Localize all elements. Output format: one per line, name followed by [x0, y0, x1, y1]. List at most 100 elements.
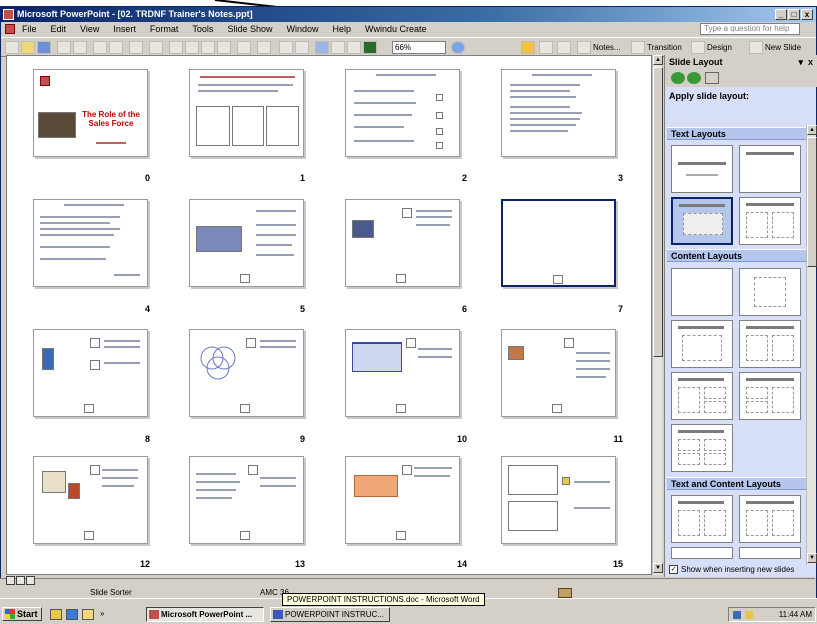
browser-quicklaunch-icon[interactable]: [66, 609, 78, 620]
show-when-inserting-option[interactable]: ✓ Show when inserting new slides: [669, 565, 794, 574]
layout-title-slide[interactable]: [671, 145, 733, 193]
section-text-and-content-layouts[interactable]: Text and Content Layouts: [667, 477, 809, 490]
redo-icon[interactable]: [257, 41, 271, 54]
scroll-down-arrow[interactable]: ▼: [653, 563, 663, 573]
slide-thumbnail[interactable]: [33, 329, 148, 417]
menu-file[interactable]: File: [15, 22, 44, 37]
back-arrow-icon[interactable]: [671, 72, 685, 84]
menu-format[interactable]: Format: [143, 22, 186, 37]
new-icon[interactable]: [5, 41, 19, 54]
title-bar[interactable]: Microsoft PowerPoint - [02. TRDNF Traine…: [1, 7, 816, 22]
help-icon[interactable]: [451, 41, 465, 54]
new-slide-icon[interactable]: [749, 41, 763, 54]
rehearse-timings-icon[interactable]: [539, 41, 553, 54]
layout-two-column-text[interactable]: [739, 197, 801, 245]
ask-question-input[interactable]: Type a question for help: [700, 23, 800, 35]
minimize-button[interactable]: _: [775, 9, 787, 20]
slide-show-view-icon[interactable]: [26, 576, 35, 585]
permission-icon[interactable]: [57, 41, 71, 54]
email-icon[interactable]: [73, 41, 87, 54]
slide-thumbnail[interactable]: [501, 329, 616, 417]
transition-icon[interactable]: [631, 41, 645, 54]
scroll-up-arrow[interactable]: ▲: [807, 125, 817, 135]
home-icon[interactable]: [705, 72, 719, 84]
layout-title-and-content[interactable]: [671, 320, 733, 368]
grayscale-icon[interactable]: [347, 41, 361, 54]
slide-thumbnail[interactable]: [189, 69, 304, 157]
volume-icon[interactable]: [745, 611, 753, 619]
scroll-up-arrow[interactable]: ▲: [653, 55, 663, 65]
slide-thumbnail[interactable]: [189, 329, 304, 417]
layout-title-content-and-text[interactable]: [739, 495, 801, 543]
menu-help[interactable]: Help: [325, 22, 358, 37]
design-button[interactable]: Design: [707, 41, 732, 54]
zoom-select[interactable]: 66%: [392, 41, 446, 54]
layout-title-and-text[interactable]: [671, 197, 733, 245]
slide-thumbnail[interactable]: [345, 69, 460, 157]
color-grayscale-icon[interactable]: [363, 41, 377, 54]
section-content-layouts[interactable]: Content Layouts: [667, 249, 809, 262]
layout-title-only[interactable]: [739, 145, 801, 193]
scroll-down-arrow[interactable]: ▼: [807, 553, 817, 563]
layout-title-and-four-content[interactable]: [671, 424, 733, 472]
menu-insert[interactable]: Insert: [106, 22, 143, 37]
slide-thumbnail[interactable]: [189, 199, 304, 287]
taskbar-powerpoint[interactable]: Microsoft PowerPoint ...: [146, 607, 264, 622]
slide-thumbnail[interactable]: [345, 199, 460, 287]
taskbar-word[interactable]: POWERPOINT INSTRUC...: [270, 607, 390, 622]
layout-partial[interactable]: [671, 547, 733, 559]
folder-quicklaunch-icon[interactable]: [82, 609, 94, 620]
show-formatting-icon[interactable]: [331, 41, 345, 54]
start-button[interactable]: Start: [2, 607, 42, 621]
slide-thumbnail[interactable]: The Role of the Sales Force: [33, 69, 148, 157]
undo-icon[interactable]: [237, 41, 251, 54]
slide-thumbnail[interactable]: [33, 456, 148, 544]
design-icon[interactable]: [691, 41, 705, 54]
powerpoint-app-icon[interactable]: [3, 9, 14, 20]
summary-slide-icon[interactable]: [557, 41, 571, 54]
speaker-notes-icon[interactable]: [577, 41, 591, 54]
menu-view[interactable]: View: [73, 22, 106, 37]
layout-title-content-and-two[interactable]: [671, 372, 733, 420]
layout-title-and-two-content[interactable]: [739, 320, 801, 368]
transition-button[interactable]: Transition: [647, 41, 682, 54]
spelling-status-icon[interactable]: [558, 588, 572, 598]
layout-partial[interactable]: [739, 547, 801, 559]
task-pane-scrollbar[interactable]: ▲ ▼: [806, 125, 817, 565]
insert-table-icon[interactable]: [295, 41, 309, 54]
more-quicklaunch-icon[interactable]: »: [100, 609, 104, 618]
sorter-scrollbar[interactable]: ▲ ▼: [652, 55, 663, 575]
close-pane-icon[interactable]: x: [808, 55, 813, 69]
slide-sorter-view-icon[interactable]: [16, 576, 25, 585]
document-menu-icon[interactable]: [5, 24, 15, 34]
section-text-layouts[interactable]: Text Layouts: [667, 127, 809, 140]
layout-content[interactable]: [739, 268, 801, 316]
close-button[interactable]: x: [801, 9, 813, 20]
notes-button[interactable]: Notes...: [593, 41, 621, 54]
copy-icon[interactable]: [185, 41, 199, 54]
scroll-thumb[interactable]: [653, 67, 663, 357]
menu-slide-show[interactable]: Slide Show: [220, 22, 279, 37]
normal-view-icon[interactable]: [6, 576, 15, 585]
insert-chart-icon[interactable]: [279, 41, 293, 54]
expand-all-icon[interactable]: [315, 41, 329, 54]
slide-thumbnail[interactable]: [345, 329, 460, 417]
hide-slide-icon[interactable]: [521, 41, 535, 54]
open-icon[interactable]: [21, 41, 35, 54]
scroll-thumb[interactable]: [807, 137, 817, 267]
menu-edit[interactable]: Edit: [44, 22, 74, 37]
paste-icon[interactable]: [201, 41, 215, 54]
menu-tools[interactable]: Tools: [185, 22, 220, 37]
save-icon[interactable]: [37, 41, 51, 54]
slide-thumbnail[interactable]: [189, 456, 304, 544]
forward-arrow-icon[interactable]: [687, 72, 701, 84]
cut-icon[interactable]: [169, 41, 183, 54]
print-icon[interactable]: [93, 41, 107, 54]
print-preview-icon[interactable]: [109, 41, 123, 54]
network-icon[interactable]: [733, 611, 741, 619]
format-painter-icon[interactable]: [217, 41, 231, 54]
slide-sorter-pane[interactable]: The Role of the Sales Force 0 1 2 3 4 5 …: [6, 55, 652, 575]
layout-blank[interactable]: [671, 268, 733, 316]
spelling-icon[interactable]: [129, 41, 143, 54]
layout-title-two-and-content[interactable]: [739, 372, 801, 420]
